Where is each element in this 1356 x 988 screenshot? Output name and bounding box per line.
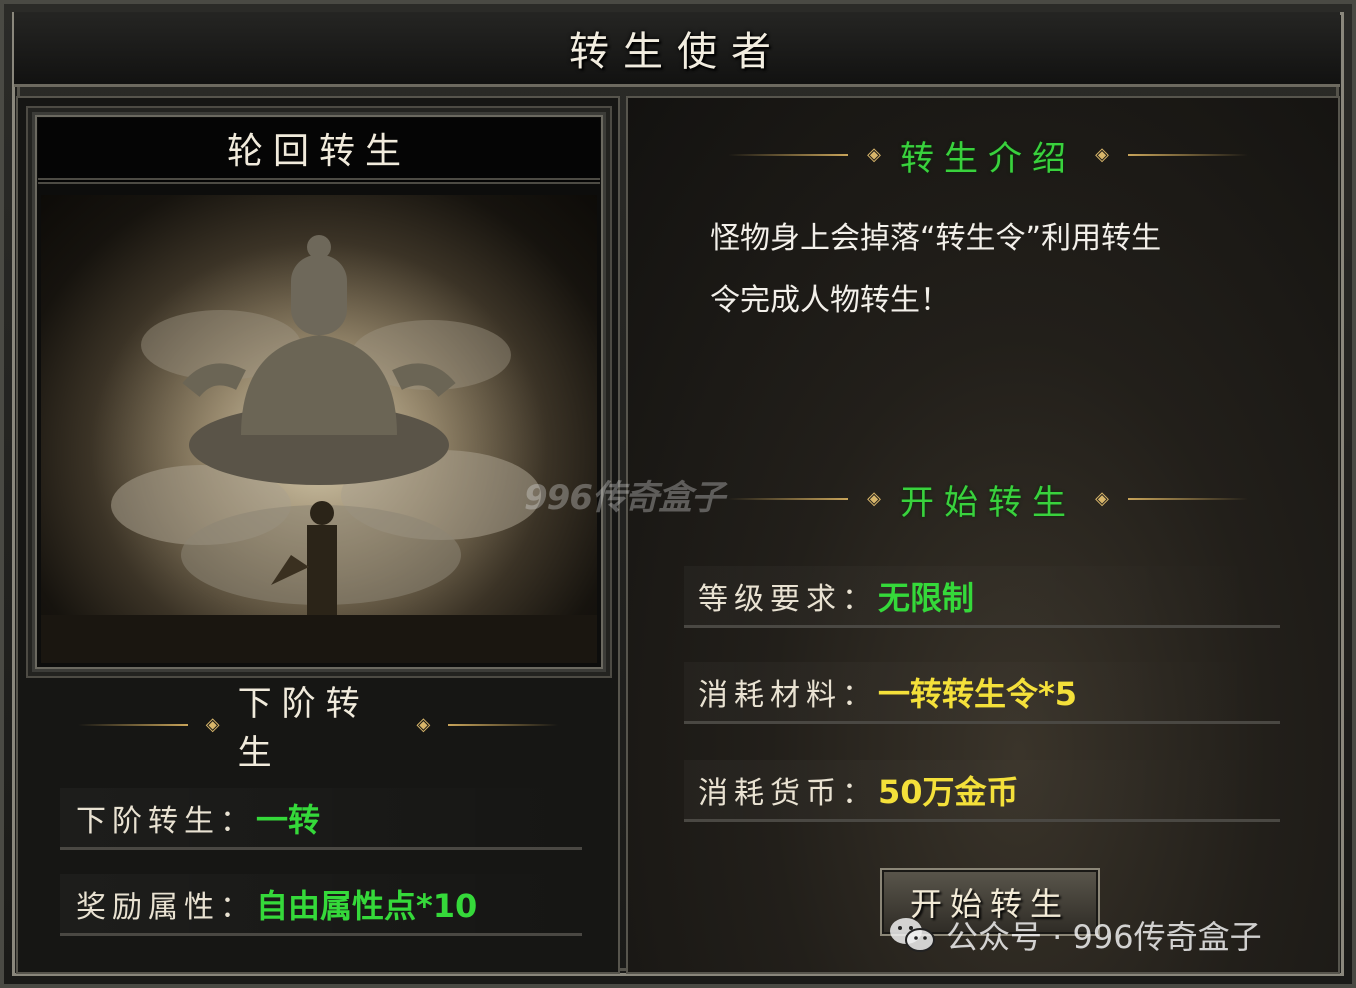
image-title: 轮回转生 xyxy=(226,131,411,172)
next-rebirth-row: 下阶转生： 一转 xyxy=(60,788,582,850)
left-panel: 轮回转生 ◈ 下阶转生 ◈ 下阶转生： 一转 奖励属性： 自由属性点*10 xyxy=(16,96,620,974)
next-rebirth-title: 下阶转生 xyxy=(237,684,370,773)
ornament-icon: ◈ xyxy=(1095,144,1109,165)
header-line-left xyxy=(78,724,188,726)
row-value: 一转 xyxy=(256,800,321,839)
title-bar: 转生使者 xyxy=(14,12,1340,87)
start-header: ◈ 开始转生 ◈ xyxy=(728,474,1248,524)
intro-description: 怪物身上会掉落“转生令”利用转生 令完成人物转生！ xyxy=(710,208,1280,332)
wechat-icon xyxy=(890,918,935,952)
next-rebirth-header: ◈ 下阶转生 ◈ xyxy=(78,684,559,773)
ornament-icon: ◈ xyxy=(867,488,881,509)
level-req-row: 等级要求： 无限制 xyxy=(684,566,1280,628)
row-value: 50万金币 xyxy=(878,772,1019,811)
start-title: 开始转生 xyxy=(900,482,1076,523)
row-label: 消耗货币： xyxy=(698,775,878,811)
row-label: 等级要求： xyxy=(698,581,878,617)
ornament-icon: ◈ xyxy=(416,714,431,735)
material-row: 消耗材料： 一转转生令*5 xyxy=(684,662,1280,724)
currency-row: 消耗货币： 50万金币 xyxy=(684,760,1280,822)
footer-watermark: 公众号 · 996传奇盒子 xyxy=(888,912,1262,958)
row-value: 一转转生令*5 xyxy=(878,674,1078,713)
row-value: 无限制 xyxy=(878,578,975,617)
ornament-icon: ◈ xyxy=(205,714,220,735)
ornament-icon: ◈ xyxy=(867,144,881,165)
buddha-artwork xyxy=(41,195,597,663)
intro-title: 转生介绍 xyxy=(900,138,1076,179)
intro-line: 令完成人物转生！ xyxy=(710,283,950,318)
buddha-illustration xyxy=(41,235,597,663)
footer-text: 公众号 · 996传奇盒子 xyxy=(946,918,1262,956)
header-line-left xyxy=(728,498,848,500)
header-line-left xyxy=(728,154,848,156)
image-header: 轮回转生 xyxy=(38,118,600,184)
row-label: 下阶转生： xyxy=(76,803,256,839)
row-label: 消耗材料： xyxy=(698,677,878,713)
row-value: 自由属性点*10 xyxy=(256,886,478,925)
header-line-right xyxy=(1128,498,1248,500)
watermark: 996传奇盒子 xyxy=(524,478,725,518)
ornament-icon: ◈ xyxy=(1095,488,1109,509)
header-line-right xyxy=(1128,154,1248,156)
reward-attr-row: 奖励属性： 自由属性点*10 xyxy=(60,874,582,936)
right-panel: ◈ 转生介绍 ◈ 怪物身上会掉落“转生令”利用转生 令完成人物转生！ ◈ 开始转… xyxy=(626,96,1340,974)
rebirth-image-box: 轮回转生 xyxy=(32,112,606,672)
window-title: 转生使者 xyxy=(569,29,785,75)
intro-header: ◈ 转生介绍 ◈ xyxy=(728,130,1248,180)
intro-line: 怪物身上会掉落“转生令”利用转生 xyxy=(710,221,1162,256)
header-line-right xyxy=(448,724,559,726)
row-label: 奖励属性： xyxy=(76,889,256,925)
